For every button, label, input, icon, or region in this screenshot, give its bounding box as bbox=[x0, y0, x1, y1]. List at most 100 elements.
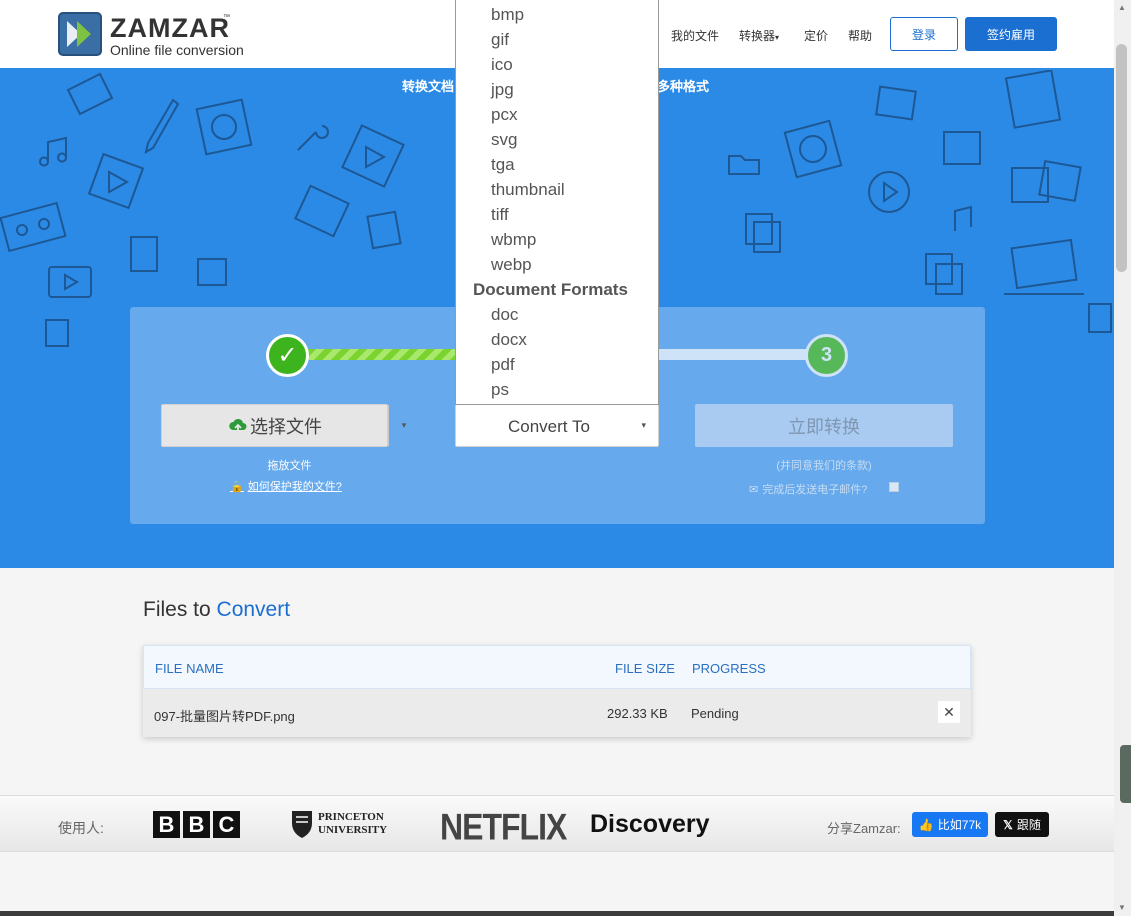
format-option-pdf[interactable]: pdf bbox=[491, 355, 515, 375]
scroll-down-arrow-icon[interactable]: ▼ bbox=[1118, 903, 1126, 912]
nav-pricing[interactable]: 定价 bbox=[804, 27, 828, 44]
photo-doodle-icon bbox=[875, 85, 917, 121]
page: ZAMZAR ™ Online file conversion 我的文件 转换器… bbox=[0, 0, 1131, 916]
format-option-svg[interactable]: svg bbox=[491, 130, 517, 150]
protect-files-link[interactable]: 🔒 如何保护我的文件? bbox=[230, 478, 342, 494]
logo-trademark: ™ bbox=[223, 14, 230, 21]
logo-wordmark[interactable]: ZAMZAR bbox=[110, 13, 230, 44]
disc-doodle-icon bbox=[195, 98, 253, 156]
ruler-doodle-icon bbox=[1088, 303, 1112, 333]
files-title-accent: Convert bbox=[216, 598, 291, 621]
file-lock-doodle-icon bbox=[45, 319, 69, 347]
files-table: FILE NAME FILE SIZE PROGRESS 097-批量图片转PD… bbox=[143, 645, 971, 737]
login-button[interactable]: 登录 bbox=[890, 17, 958, 51]
refresh-file-doodle-icon bbox=[783, 119, 843, 179]
choose-files-button[interactable]: 选择文件 ▾ bbox=[161, 404, 406, 447]
format-option-pcx[interactable]: pcx bbox=[491, 105, 517, 125]
pencil-doodle-icon bbox=[144, 98, 180, 154]
slideshow-doodle-icon bbox=[943, 131, 981, 165]
contact-file-doodle-icon bbox=[366, 210, 402, 250]
copy-file-doodle-icon-2 bbox=[925, 253, 963, 295]
protect-files-link-text: 如何保护我的文件? bbox=[247, 481, 342, 493]
logo-tagline: Online file conversion bbox=[110, 42, 244, 58]
format-group-document: Document Formats bbox=[473, 280, 628, 299]
lock-icon: 🔒 bbox=[230, 481, 244, 493]
progress-cell: Pending bbox=[691, 706, 739, 721]
nav-my-files[interactable]: 我的文件 bbox=[671, 27, 719, 44]
hero-tagline-left: 转换文档 bbox=[402, 79, 455, 94]
format-option-wbmp[interactable]: wbmp bbox=[491, 230, 536, 250]
scrollbar-thumb[interactable] bbox=[1116, 44, 1127, 272]
chevron-down-icon[interactable]: ▾ bbox=[388, 405, 419, 446]
column-header-progress: PROGRESS bbox=[692, 661, 766, 676]
nav-help[interactable]: 帮助 bbox=[848, 27, 872, 44]
file-size-cell: 292.33 KB bbox=[607, 706, 668, 721]
column-header-file-size: FILE SIZE bbox=[615, 661, 675, 676]
side-widget-tab[interactable] bbox=[1120, 745, 1131, 803]
chevron-down-icon: ▾ bbox=[775, 33, 780, 42]
convert-to-dropdown-list[interactable]: bmp gif ico jpg pcx svg tga thumbnail ti… bbox=[455, 0, 659, 405]
jpg-file-doodle-icon bbox=[66, 72, 114, 116]
cassette-doodle-icon bbox=[0, 201, 67, 253]
email-on-complete-label: ✉ 完成后发送电子邮件? bbox=[749, 481, 867, 497]
email-on-complete-text: 完成后发送电子邮件? bbox=[762, 484, 868, 496]
thumbs-up-icon: 👍 bbox=[918, 817, 934, 832]
music-note-doodle-icon bbox=[39, 136, 67, 167]
choose-files-label: 选择文件 bbox=[250, 416, 322, 437]
choose-files-label-wrap[interactable]: 选择文件 bbox=[162, 405, 388, 446]
format-option-ps[interactable]: ps bbox=[491, 380, 509, 400]
bbc-letter-b1: B bbox=[153, 811, 180, 838]
netflix-logo: NETFLIX bbox=[440, 806, 567, 848]
format-option-gif[interactable]: gif bbox=[491, 30, 509, 50]
bbc-letter-c: C bbox=[213, 811, 240, 838]
signup-button[interactable]: 签约雇用 bbox=[965, 17, 1057, 51]
format-option-docx[interactable]: docx bbox=[491, 330, 527, 350]
progress-bar-step1 bbox=[288, 349, 458, 360]
video-player-doodle-icon bbox=[48, 266, 92, 298]
folder-doodle-icon bbox=[728, 155, 760, 175]
scroll-up-arrow-icon[interactable]: ▲ bbox=[1118, 3, 1126, 12]
x-logo-icon: 𝕏 bbox=[1003, 817, 1013, 832]
x-follow-label: 跟随 bbox=[1016, 818, 1041, 832]
convert-to-label: Convert To bbox=[508, 417, 590, 436]
format-option-webp[interactable]: webp bbox=[491, 255, 532, 275]
film-doodle-icon bbox=[294, 184, 350, 238]
convert-now-button[interactable]: 立即转换 bbox=[695, 404, 953, 447]
terms-text[interactable]: (并同意我们的条款) bbox=[695, 457, 953, 473]
bbc-letter-b2: B bbox=[183, 811, 210, 838]
taskbar-strip bbox=[0, 911, 1114, 916]
laptop-doodle-icon bbox=[1004, 238, 1084, 295]
hero-tagline-right: 多种格式 bbox=[657, 79, 710, 94]
format-option-thumbnail[interactable]: thumbnail bbox=[491, 180, 565, 200]
trusted-by-band: 使用人: B B C PRINCETON UNIVERSITY NETFLIX … bbox=[0, 795, 1114, 852]
wrench-doodle-icon bbox=[297, 125, 329, 151]
image-file-doodle-icon bbox=[197, 258, 227, 286]
format-option-ico[interactable]: ico bbox=[491, 55, 513, 75]
step-3-indicator: 3 bbox=[805, 334, 848, 377]
step-1-complete-indicator: ✓ bbox=[266, 334, 309, 377]
table-row: 097-批量图片转PDF.png 292.33 KB Pending ✕ bbox=[143, 689, 971, 737]
format-option-doc[interactable]: doc bbox=[491, 305, 518, 325]
princeton-text: PRINCETON UNIVERSITY bbox=[318, 811, 387, 837]
discovery-logo: Discovery bbox=[590, 810, 710, 838]
facebook-like-label: 比如77k bbox=[937, 818, 982, 832]
format-option-bmp[interactable]: bmp bbox=[491, 5, 524, 25]
envelope-icon: ✉ bbox=[749, 484, 759, 496]
format-option-tga[interactable]: tga bbox=[491, 155, 515, 175]
zamzar-logo-icon[interactable] bbox=[58, 12, 102, 56]
music-note-doodle-icon-2 bbox=[954, 205, 972, 231]
facebook-like-button[interactable]: 👍 比如77k bbox=[912, 812, 988, 837]
convert-to-select[interactable]: Convert To ▾ bbox=[455, 404, 659, 447]
princeton-shield-icon bbox=[292, 811, 312, 838]
x-follow-button[interactable]: 𝕏 跟随 bbox=[995, 812, 1049, 837]
ai-file-doodle-icon bbox=[1004, 70, 1062, 129]
mov-file-doodle-icon bbox=[130, 236, 158, 272]
gallery-doodle-icon bbox=[1011, 159, 1082, 203]
format-option-jpg[interactable]: jpg bbox=[491, 80, 514, 100]
email-on-complete-checkbox[interactable] bbox=[889, 482, 899, 492]
play-circle-doodle-icon bbox=[868, 171, 910, 213]
nav-converters[interactable]: 转换器▾ bbox=[739, 27, 779, 44]
remove-file-close-icon[interactable]: ✕ bbox=[938, 701, 960, 723]
used-by-label: 使用人: bbox=[58, 820, 104, 836]
format-option-tiff[interactable]: tiff bbox=[491, 205, 509, 225]
